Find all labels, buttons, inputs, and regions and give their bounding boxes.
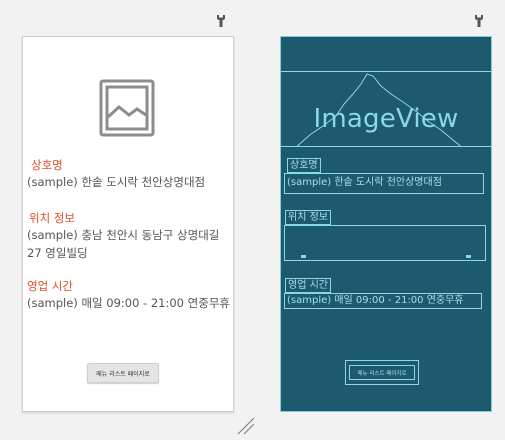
- wrench-icon[interactable]: [473, 14, 485, 28]
- store-name-label: 상호명: [31, 158, 63, 172]
- blueprint-image-view[interactable]: ImageView: [281, 71, 491, 147]
- bp-menu-list-button[interactable]: 메뉴 리스트 페이지로: [345, 360, 419, 385]
- bp-marker: [466, 255, 471, 258]
- blueprint-surface[interactable]: ImageView 상호명 (sample) 한솥 도시락 천안상명대점 위치 …: [280, 36, 492, 412]
- location-label: 위치 정보: [29, 211, 75, 225]
- location-value-line1: (sample) 충남 천안시 동남구 상명대길: [27, 228, 220, 242]
- image-placeholder-icon[interactable]: [99, 79, 155, 137]
- bp-store-name-label: 상호명: [287, 158, 321, 173]
- hours-value: (sample) 매일 09:00 - 21:00 연중무휴: [27, 296, 230, 310]
- store-name-value: (sample) 한솥 도시락 천안상명대점: [27, 175, 206, 189]
- menu-list-button[interactable]: 메뉴 리스트 페이지로: [87, 363, 159, 383]
- design-surface[interactable]: 상호명 (sample) 한솥 도시락 천안상명대점 위치 정보 (sample…: [22, 36, 234, 412]
- bp-hours-value: (sample) 매일 09:00 - 21:00 연중무휴: [284, 293, 482, 309]
- resize-handle-icon[interactable]: [236, 416, 256, 436]
- bp-marker: [301, 255, 306, 258]
- bp-menu-list-button-label: 메뉴 리스트 페이지로: [349, 365, 415, 380]
- hours-label: 영업 시간: [27, 279, 73, 293]
- bp-store-name-value: (sample) 한솥 도시락 천안상명대점: [284, 173, 484, 194]
- location-value-line2: 27 영일빌딩: [27, 246, 88, 260]
- bp-hours-label: 영업 시간: [285, 278, 331, 293]
- bp-location-label: 위치 정보: [285, 210, 331, 225]
- image-view-label: ImageView: [313, 104, 459, 134]
- bp-location-value-box: [284, 225, 486, 261]
- wrench-icon[interactable]: [215, 14, 227, 28]
